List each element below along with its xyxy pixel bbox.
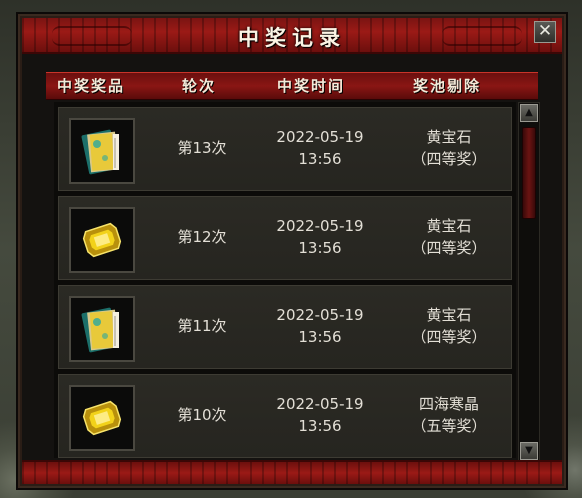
book-icon xyxy=(81,129,119,175)
pool-removed: 黄宝石 （四等奖） xyxy=(389,215,509,259)
item-slot[interactable] xyxy=(69,207,135,273)
table-header: 中奖奖品 轮次 中奖时间 奖池剔除 xyxy=(46,72,538,100)
win-time: 2022-05-19 13:56 xyxy=(255,304,385,348)
record-row: 第10次 2022-05-19 13:56 四海寒晶 （五等奖） xyxy=(58,374,512,458)
item-slot[interactable] xyxy=(69,385,135,451)
scroll-up-button[interactable]: ▲ xyxy=(520,104,538,122)
round-number: 第11次 xyxy=(177,317,227,335)
win-clock: 13:56 xyxy=(298,328,342,346)
win-date: 2022-05-19 xyxy=(276,306,364,324)
pool-item-tier: （四等奖） xyxy=(411,328,487,346)
footer-ornament xyxy=(22,460,562,484)
pool-item-name: 黄宝石 xyxy=(426,128,472,146)
header-time: 中奖时间 xyxy=(276,77,345,95)
vertical-scrollbar[interactable]: ▲ ▼ xyxy=(518,102,540,462)
win-clock: 13:56 xyxy=(298,417,342,435)
win-date: 2022-05-19 xyxy=(276,217,364,235)
round-number: 第10次 xyxy=(177,406,227,424)
header-prize: 中奖奖品 xyxy=(56,77,125,95)
yellow-gem-icon xyxy=(82,222,122,258)
item-slot[interactable] xyxy=(69,118,135,184)
win-time: 2022-05-19 13:56 xyxy=(255,393,385,437)
pool-removed: 黄宝石 （四等奖） xyxy=(389,126,509,170)
win-date: 2022-05-19 xyxy=(276,395,364,413)
scroll-thumb[interactable] xyxy=(522,127,536,219)
record-row: 第11次 2022-05-19 13:56 黄宝石 （四等奖） xyxy=(58,285,512,369)
book-icon xyxy=(81,307,119,353)
scroll-down-button[interactable]: ▼ xyxy=(520,442,538,460)
pool-item-tier: （四等奖） xyxy=(411,150,487,168)
window-title: 中奖记录 xyxy=(238,26,346,50)
record-list[interactable]: 第13次 2022-05-19 13:56 黄宝石 （四等奖） 第12次 202… xyxy=(54,102,516,458)
prize-record-window: 中奖记录 ✕ 中奖奖品 轮次 中奖时间 奖池剔除 第13次 2022-05-19… xyxy=(18,14,566,488)
title-bar: 中奖记录 ✕ xyxy=(22,18,562,54)
win-clock: 13:56 xyxy=(298,239,342,257)
pool-item-name: 黄宝石 xyxy=(426,306,472,324)
win-time: 2022-05-19 13:56 xyxy=(255,215,385,259)
close-button[interactable]: ✕ xyxy=(534,21,556,43)
round-number: 第12次 xyxy=(177,228,227,246)
pool-removed: 四海寒晶 （五等奖） xyxy=(389,393,509,437)
header-round: 轮次 xyxy=(181,77,216,95)
win-date: 2022-05-19 xyxy=(276,128,364,146)
win-clock: 13:56 xyxy=(298,150,342,168)
pool-item-tier: （四等奖） xyxy=(411,239,487,257)
item-slot[interactable] xyxy=(69,296,135,362)
pool-removed: 黄宝石 （四等奖） xyxy=(389,304,509,348)
pool-item-name: 黄宝石 xyxy=(426,217,472,235)
header-pool-removed: 奖池剔除 xyxy=(412,77,481,95)
record-row: 第12次 2022-05-19 13:56 黄宝石 （四等奖） xyxy=(58,196,512,280)
round-number: 第13次 xyxy=(177,139,227,157)
record-row: 第13次 2022-05-19 13:56 黄宝石 （四等奖） xyxy=(58,107,512,191)
pool-item-name: 四海寒晶 xyxy=(418,395,479,413)
win-time: 2022-05-19 13:56 xyxy=(255,126,385,170)
yellow-gem-icon xyxy=(82,400,122,436)
pool-item-tier: （五等奖） xyxy=(411,417,487,435)
